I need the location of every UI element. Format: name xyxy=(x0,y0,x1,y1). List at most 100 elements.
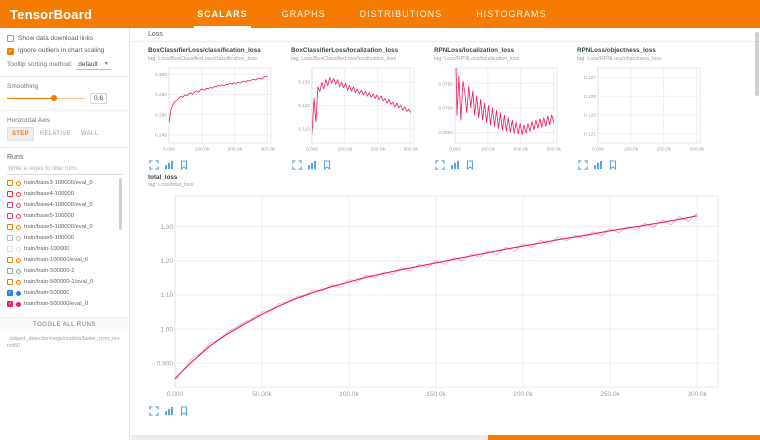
category-header-loss[interactable]: Loss xyxy=(131,28,760,42)
vertical-scrollbar[interactable] xyxy=(755,32,759,96)
run-checkbox-icon[interactable] xyxy=(7,235,13,241)
toggle-all-runs-button[interactable]: TOGGLE ALL RUNS xyxy=(0,317,129,332)
run-row[interactable]: train/base4-100000 xyxy=(7,189,122,200)
run-row[interactable]: train/train-500000/eval_0 xyxy=(7,299,122,310)
svg-text:1.00: 1.00 xyxy=(160,326,173,333)
chart-options-icon[interactable] xyxy=(307,157,317,167)
run-checkbox-icon[interactable] xyxy=(7,191,13,197)
run-checkbox-icon[interactable] xyxy=(7,290,13,296)
run-color-circle-icon xyxy=(16,203,21,208)
tab-histograms[interactable]: HISTOGRAMS xyxy=(459,0,563,28)
slider-thumb[interactable] xyxy=(51,95,57,101)
tooltip-sorting-select[interactable]: default ▼ xyxy=(76,60,110,70)
svg-text:100.0k: 100.0k xyxy=(338,146,353,152)
svg-text:100.0k: 100.0k xyxy=(195,146,210,152)
chart-options-icon[interactable] xyxy=(164,403,174,413)
chart-options-icon[interactable] xyxy=(593,157,603,167)
show-download-links-checkbox[interactable]: Show data download links xyxy=(7,35,122,42)
smoothing-value-input[interactable]: 0.6 xyxy=(90,93,107,104)
run-row[interactable]: train/train-500000-1 xyxy=(7,266,122,277)
ignore-outliers-checkbox[interactable]: Ignore outliers in chart scaling xyxy=(7,47,122,54)
svg-text:200.0k: 200.0k xyxy=(657,146,672,152)
svg-text:0.000: 0.000 xyxy=(449,146,461,152)
small-charts-row: BoxClassifierLoss/classification_loss ta… xyxy=(131,42,760,167)
run-row[interactable]: train/train-500000-1/eval_0 xyxy=(7,277,122,288)
pin-icon[interactable] xyxy=(179,157,189,167)
tensorboard-app: TensorBoard SCALARS GRAPHS DISTRIBUTIONS… xyxy=(0,0,760,440)
line-chart[interactable]: 0.2400.2600.2800.3000.000100.0k200.0k300… xyxy=(148,64,285,154)
chart-tag: tag: Loss/RPNLoss/localization_loss xyxy=(434,56,571,62)
chart-tag: tag: Loss/RPNLoss/objectness_loss xyxy=(577,56,714,62)
app-logo[interactable]: TensorBoard xyxy=(0,7,92,22)
line-chart[interactable]: 0.06500.07000.07500.000100.0k200.0k300.0… xyxy=(434,64,571,154)
run-checkbox-icon[interactable] xyxy=(7,213,13,219)
run-checkbox-icon[interactable] xyxy=(7,246,13,252)
pin-icon[interactable] xyxy=(322,157,332,167)
run-row[interactable]: train/train-100000 xyxy=(7,244,122,255)
expand-icon[interactable] xyxy=(149,403,159,413)
expand-icon[interactable] xyxy=(149,157,159,167)
pin-icon[interactable] xyxy=(179,403,189,413)
chevron-down-icon: ▼ xyxy=(104,61,109,67)
run-label: train/train-100000/eval_0 xyxy=(24,257,88,263)
svg-text:0.000: 0.000 xyxy=(167,391,184,398)
runs-filter-input[interactable] xyxy=(7,164,122,175)
svg-text:200.0k: 200.0k xyxy=(371,146,386,152)
svg-text:0.125: 0.125 xyxy=(584,93,596,99)
axis-relative-button[interactable]: RELATIVE xyxy=(36,127,75,141)
pin-icon[interactable] xyxy=(465,157,475,167)
svg-text:0.280: 0.280 xyxy=(155,92,167,98)
axis-step-button[interactable]: STEP xyxy=(7,127,34,141)
run-label: train/base4-100000/eval_0 xyxy=(24,202,93,208)
expand-icon[interactable] xyxy=(292,157,302,167)
run-label: train/base3-100000/eval_0 xyxy=(24,180,93,186)
runs-list: train/base3-100000/eval_0 train/base4-100… xyxy=(7,178,122,314)
svg-text:1.10: 1.10 xyxy=(160,292,173,299)
svg-text:0.120: 0.120 xyxy=(298,103,310,109)
run-checkbox-icon[interactable] xyxy=(7,301,13,307)
app-header: TensorBoard SCALARS GRAPHS DISTRIBUTIONS… xyxy=(0,0,760,28)
expand-icon[interactable] xyxy=(435,157,445,167)
run-row[interactable]: train/base6-100000 xyxy=(7,233,122,244)
svg-text:1.30: 1.30 xyxy=(160,224,173,231)
chart-title: RPNLoss/objectness_loss xyxy=(577,47,714,55)
checkbox-unchecked-icon xyxy=(7,35,14,42)
run-checkbox-icon[interactable] xyxy=(7,268,13,274)
run-checkbox-icon[interactable] xyxy=(7,224,13,230)
run-row[interactable]: train/base5-100000 xyxy=(7,211,122,222)
svg-text:300.0k: 300.0k xyxy=(687,391,707,398)
line-chart[interactable]: 0.9001.001.101.201.300.00050.00k100.0k15… xyxy=(148,190,760,400)
run-row[interactable]: train/train-100000/eval_0 xyxy=(7,255,122,266)
tab-distributions[interactable]: DISTRIBUTIONS xyxy=(343,0,460,28)
chart-options-icon[interactable] xyxy=(450,157,460,167)
tab-scalars[interactable]: SCALARS xyxy=(180,0,265,28)
run-row[interactable]: train/base5-100000/eval_0 xyxy=(7,222,122,233)
run-row[interactable]: train/base3-100000/eval_0 xyxy=(7,178,122,189)
run-label: train/train-500000-1 xyxy=(24,268,75,274)
svg-text:0.000: 0.000 xyxy=(592,146,604,152)
horizontal-axis-label: Horizontal Axis xyxy=(7,117,122,124)
run-color-circle-icon xyxy=(16,291,21,296)
run-checkbox-icon[interactable] xyxy=(7,257,13,263)
horizontal-scrollbar-thumb[interactable] xyxy=(488,435,760,440)
horizontal-scrollbar[interactable] xyxy=(131,435,760,440)
run-row[interactable]: train/base4-100000/eval_0 xyxy=(7,200,122,211)
run-checkbox-icon[interactable] xyxy=(7,180,13,186)
chart-options-icon[interactable] xyxy=(164,157,174,167)
run-checkbox-icon[interactable] xyxy=(7,202,13,208)
run-row[interactable]: train/train-500000 xyxy=(7,288,122,299)
run-checkbox-icon[interactable] xyxy=(7,279,13,285)
runs-scrollbar[interactable] xyxy=(119,178,122,230)
run-color-circle-icon xyxy=(16,302,21,307)
line-chart[interactable]: 0.1210.1230.1250.1270.000100.0k200.0k300… xyxy=(577,64,714,154)
pin-icon[interactable] xyxy=(608,157,618,167)
tab-graphs[interactable]: GRAPHS xyxy=(265,0,343,28)
chart-card-total-loss: total_loss tag: Loss/total_loss 0.9001.0… xyxy=(131,167,760,414)
expand-icon[interactable] xyxy=(578,157,588,167)
run-label: train/train-500000-1/eval_0 xyxy=(24,279,93,285)
line-chart[interactable]: 0.1100.1200.1300.000100.0k200.0k300.0k xyxy=(291,64,428,154)
smoothing-slider[interactable] xyxy=(7,94,85,102)
svg-text:0.121: 0.121 xyxy=(584,131,596,137)
axis-wall-button[interactable]: WALL xyxy=(77,127,102,141)
chart-title: RPNLoss/localization_loss xyxy=(434,47,571,55)
